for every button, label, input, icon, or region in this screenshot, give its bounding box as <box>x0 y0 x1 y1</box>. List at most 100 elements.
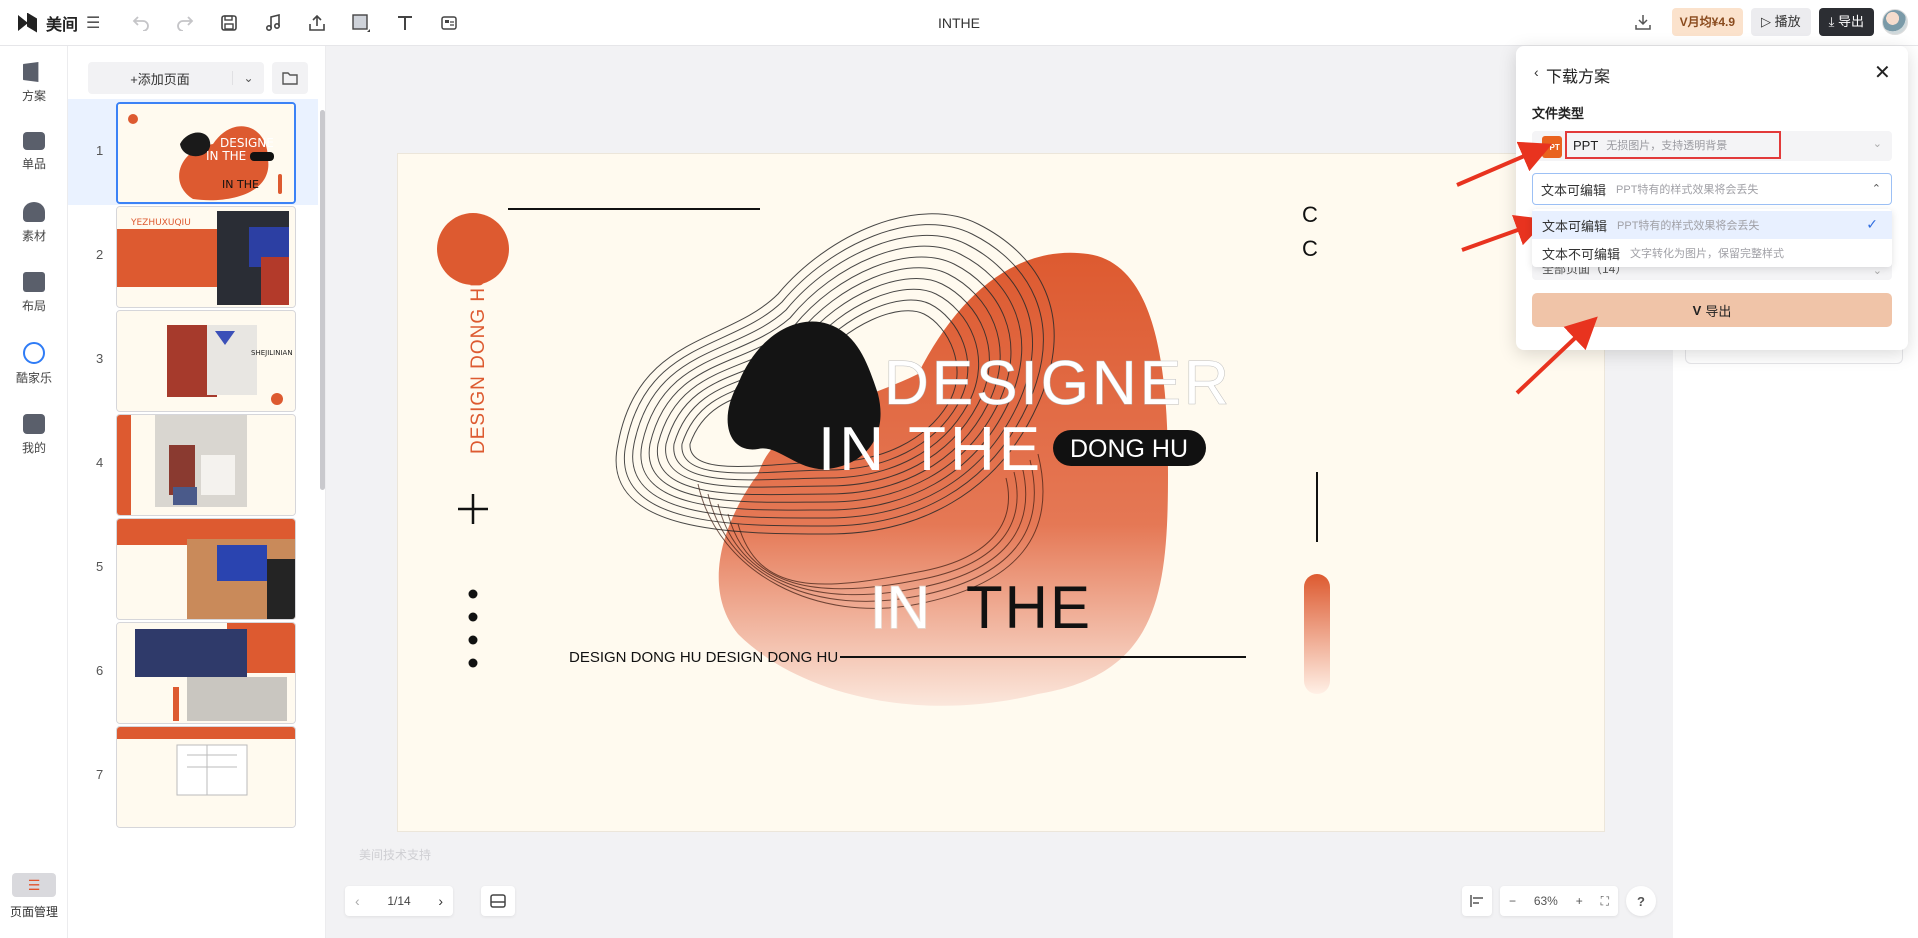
editable-select-value: 文本可编辑 <box>1541 182 1607 198</box>
single-product-icon <box>23 132 45 150</box>
svg-text:C: C <box>1302 202 1318 227</box>
option-text-not-editable[interactable]: 文本不可编辑 文字转化为图片，保留完整样式 <box>1532 239 1892 267</box>
play-button[interactable]: ▷ 播放 <box>1751 8 1811 36</box>
close-icon[interactable]: ✕ <box>1874 60 1891 85</box>
page-number: 5 <box>96 559 104 574</box>
folder-icon[interactable] <box>272 62 308 94</box>
download-tray-icon[interactable] <box>1632 11 1654 33</box>
back-icon[interactable]: ‹ <box>1534 64 1539 80</box>
svg-text:IN THE: IN THE <box>222 178 259 191</box>
thumbnail-image: SHEJILINIAN <box>116 310 296 412</box>
file-type-select[interactable]: PPT PPT 无损图片，支持透明背景 ⌄ <box>1532 131 1892 161</box>
vip-button[interactable]: V月均¥4.9 <box>1671 8 1744 36</box>
help-button[interactable]: ? <box>1626 886 1656 916</box>
zoom-in-icon[interactable]: + <box>1576 894 1583 908</box>
rail-item-single[interactable]: 单品 <box>0 132 68 172</box>
fullscreen-icon[interactable]: ⛶ <box>1601 894 1609 909</box>
slide-canvas[interactable]: DESIGN DONG HU DESIGNER IN THE DONG HU I… <box>397 153 1605 832</box>
menu-icon[interactable]: ☰ <box>86 13 100 33</box>
page-thumb-1[interactable]: 1 DESIGNE IN THE IN THE <box>68 99 318 205</box>
file-type-desc: 无损图片，支持透明背景 <box>1606 140 1728 152</box>
page-thumb-7[interactable]: 7 <box>68 723 318 829</box>
headline-the: THE <box>966 574 1092 641</box>
rail-item-mine[interactable]: 我的 <box>0 414 68 456</box>
page-thumb-6[interactable]: 6 <box>68 619 318 725</box>
shape-icon[interactable] <box>350 12 372 34</box>
app-logo[interactable]: 美间 ☰ <box>18 11 100 35</box>
top-toolbar: 美间 ☰ INTHE V月均¥4.9 ▷ 播放 ⤓ 导出 <box>0 0 1918 46</box>
check-icon: ✓ <box>1866 216 1878 232</box>
image-tool-icon[interactable] <box>438 12 460 34</box>
svg-text:IN THE: IN THE <box>206 149 246 163</box>
add-page-button[interactable]: +添加页面 ⌄ <box>88 62 264 94</box>
zoom-level: 63% <box>1533 894 1558 908</box>
option-desc: PPT特有的样式效果将会丢失 <box>1617 220 1760 232</box>
download-dialog: ‹ 下载方案 ✕ 文件类型 PPT PPT 无损图片，支持透明背景 ⌄ 文本可编… <box>1516 46 1908 350</box>
slide-artwork: DESIGN DONG HU DESIGNER IN THE DONG HU I… <box>398 154 1604 831</box>
page-thumb-3[interactable]: 3 SHEJILINIAN <box>68 307 318 413</box>
export-button[interactable]: ⤓ 导出 <box>1818 8 1874 36</box>
rail-label: 素材 <box>21 229 46 243</box>
editable-select-desc: PPT特有的样式效果将会丢失 <box>1616 184 1759 196</box>
svg-text:YEZHUXUQIU: YEZHUXUQIU <box>130 218 191 228</box>
music-icon[interactable] <box>262 12 284 34</box>
logo-text: 美间 <box>46 16 79 34</box>
headline-designer: DESIGNER <box>884 349 1232 418</box>
page-pager: ‹ 1/14 › <box>345 886 453 916</box>
vip-badge-icon: V <box>1692 302 1702 318</box>
svg-text:DESIGNE: DESIGNE <box>220 136 274 150</box>
align-icon[interactable] <box>1462 886 1492 916</box>
rail-item-plan[interactable]: 方案 <box>0 62 68 104</box>
next-page-icon[interactable]: › <box>438 893 443 909</box>
upload-icon[interactable] <box>306 12 328 34</box>
kujiale-icon <box>23 342 45 364</box>
zoom-out-icon[interactable]: − <box>1509 894 1516 908</box>
bottom-text: DESIGN DONG HU DESIGN DONG HU <box>569 649 838 666</box>
rail-item-layout[interactable]: 布局 <box>0 272 68 314</box>
rail-label: 单品 <box>21 157 46 171</box>
redo-icon[interactable] <box>174 12 196 34</box>
material-icon <box>23 202 45 222</box>
tray-icon[interactable] <box>481 886 515 916</box>
rail-label: 方案 <box>21 89 46 103</box>
thumbnail-image <box>116 622 296 724</box>
editable-select[interactable]: 文本可编辑 PPT特有的样式效果将会丢失 ⌃ <box>1532 173 1892 205</box>
file-type-name: PPT <box>1573 137 1599 153</box>
plan-icon <box>23 62 39 82</box>
page-manager-button[interactable]: ☰ 页面管理 <box>10 873 58 920</box>
chevron-down-icon: ⌄ <box>1872 138 1882 150</box>
rail-item-kujiale[interactable]: 酷家乐 <box>0 342 68 386</box>
option-desc: 文字转化为图片，保留完整样式 <box>1630 248 1785 260</box>
dong-hu-pill: DONG HU <box>1070 435 1188 463</box>
rail-item-material[interactable]: 素材 <box>0 202 68 244</box>
page-number: 7 <box>96 767 104 782</box>
text-icon[interactable] <box>394 12 416 34</box>
headline-in: IN <box>870 574 930 641</box>
thumbnail-image <box>116 726 296 828</box>
chevron-down-icon[interactable]: ⌄ <box>232 71 264 85</box>
export-label: 导出 <box>1705 303 1732 319</box>
ppt-file-icon: PPT <box>1542 136 1562 158</box>
rail-label: 我的 <box>21 441 46 455</box>
page-thumb-2[interactable]: 2 YEZHUXUQIU <box>68 203 318 309</box>
add-page-label: +添加页面 <box>130 71 190 87</box>
zoom-control: − 63% + ⛶ <box>1500 886 1618 916</box>
scrollbar[interactable] <box>320 110 325 490</box>
document-title[interactable]: INTHE <box>938 15 980 31</box>
option-text-editable[interactable]: 文本可编辑 PPT特有的样式效果将会丢失 ✓ <box>1532 211 1892 239</box>
page-thumb-5[interactable]: 5 <box>68 515 318 621</box>
watermark: 美间技术支持 <box>359 848 432 862</box>
chevron-up-icon: ⌃ <box>1871 183 1881 195</box>
undo-icon[interactable] <box>130 12 152 34</box>
avatar[interactable] <box>1882 9 1908 35</box>
zoom-controls: − 63% + ⛶ ? <box>1462 886 1656 916</box>
prev-page-icon[interactable]: ‹ <box>355 893 360 909</box>
page-thumb-4[interactable]: 4 <box>68 411 318 517</box>
save-icon[interactable] <box>218 12 240 34</box>
download-export-button[interactable]: V 导出 <box>1532 293 1892 327</box>
page-manager-icon: ☰ <box>12 873 56 897</box>
page-indicator: 1/14 <box>387 894 411 908</box>
rail-label: 布局 <box>21 299 46 313</box>
thumbnail-image: YEZHUXUQIU <box>116 206 296 308</box>
vertical-title: DESIGN DONG HU <box>468 272 489 454</box>
